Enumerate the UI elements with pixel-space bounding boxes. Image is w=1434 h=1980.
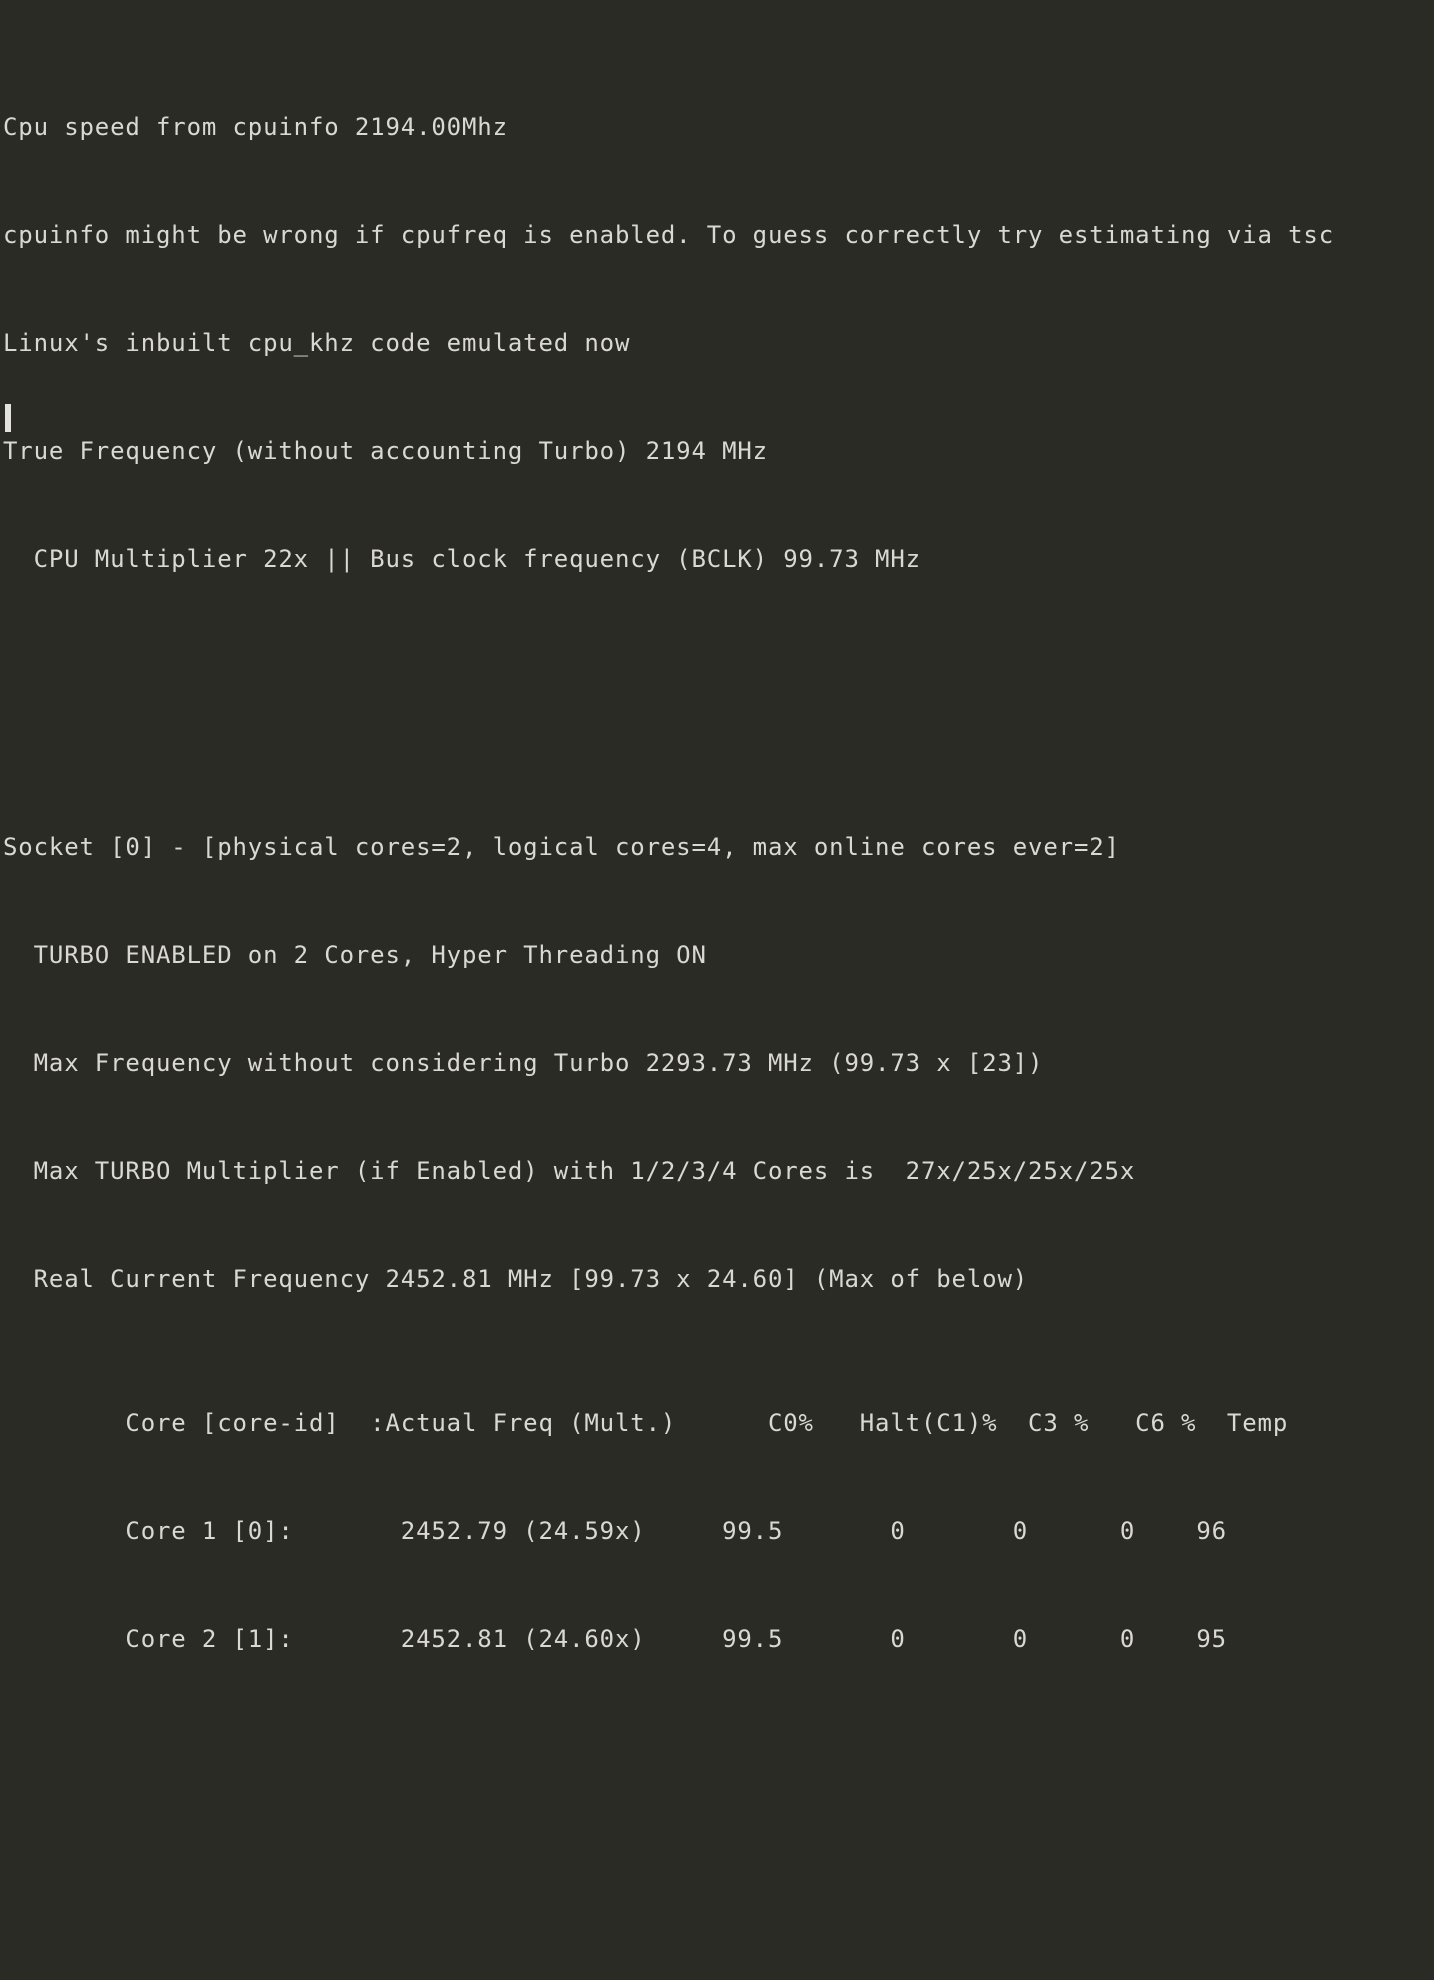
spacer-line-3 <box>3 1873 1334 1909</box>
core-table-header: Core [core-id] :Actual Freq (Mult.) C0% … <box>3 1409 1289 1437</box>
spacer-line-2 <box>3 1765 1334 1801</box>
spacer-line-1 <box>3 685 1334 721</box>
cpuinfo-warning-line: cpuinfo might be wrong if cpufreq is ena… <box>3 221 1335 249</box>
emulation-line: Linux's inbuilt cpu_khz code emulated no… <box>3 329 631 357</box>
table-row: Core 2 [1]: 2452.81 (24.60x) 99.5 0 0 0 … <box>3 1625 1227 1653</box>
max-turbo-multiplier-line: Max TURBO Multiplier (if Enabled) with 1… <box>3 1157 1136 1185</box>
table-row: Core 1 [0]: 2452.79 (24.59x) 99.5 0 0 0 … <box>3 1517 1227 1545</box>
max-frequency-line: Max Frequency without considering Turbo … <box>3 1049 1044 1077</box>
turbo-enabled-line: TURBO ENABLED on 2 Cores, Hyper Threadin… <box>3 941 707 969</box>
true-frequency-line: True Frequency (without accounting Turbo… <box>3 437 768 465</box>
terminal-window[interactable]: Cpu speed from cpuinfo 2194.00Mhz cpuinf… <box>0 0 1434 1653</box>
cpu-speed-line: Cpu speed from cpuinfo 2194.00Mhz <box>3 113 508 141</box>
real-current-frequency-line: Real Current Frequency 2452.81 MHz [99.7… <box>3 1265 1029 1293</box>
socket-line: Socket [0] - [physical cores=2, logical … <box>3 833 1120 861</box>
terminal-screen: Cpu speed from cpuinfo 2194.00Mhz cpuinf… <box>3 1 1334 1980</box>
cpu-multiplier-line: CPU Multiplier 22x || Bus clock frequenc… <box>3 545 921 573</box>
text-cursor <box>5 404 11 432</box>
